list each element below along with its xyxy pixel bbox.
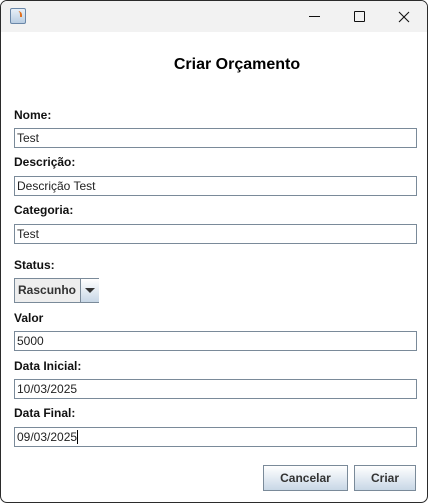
dialog-window: Criar Orçamento Nome: Test Descrição: De… xyxy=(0,0,428,503)
status-dropdown[interactable]: Rascunho xyxy=(14,278,99,303)
page-title: Criar Orçamento xyxy=(173,56,301,73)
nome-input[interactable]: Test xyxy=(14,128,417,148)
title-bar xyxy=(1,1,427,32)
create-button[interactable]: Criar xyxy=(354,465,416,491)
maximize-icon xyxy=(353,11,365,22)
maximize-button[interactable] xyxy=(336,1,382,32)
data-inicial-input[interactable]: 10/03/2025 xyxy=(14,379,417,399)
descricao-label: Descrição: xyxy=(14,155,76,169)
descricao-input[interactable]: Descrição Test xyxy=(14,176,417,196)
status-selected-value: Rascunho xyxy=(18,283,77,297)
data-final-input[interactable]: 09/03/2025 xyxy=(14,427,417,447)
cancel-button[interactable]: Cancelar xyxy=(263,465,348,491)
text-caret xyxy=(77,429,79,444)
valor-label: Valor xyxy=(14,311,44,325)
minimize-icon xyxy=(308,16,320,17)
chevron-down-icon[interactable] xyxy=(80,279,99,302)
minimize-button[interactable] xyxy=(291,1,337,32)
nome-label: Nome: xyxy=(14,108,52,122)
status-label: Status: xyxy=(14,258,55,272)
close-button[interactable] xyxy=(381,1,427,32)
java-cup-icon xyxy=(10,8,26,24)
close-icon xyxy=(398,11,410,22)
data-final-label: Data Final: xyxy=(14,406,76,420)
categoria-input[interactable]: Test xyxy=(14,224,417,244)
data-inicial-label: Data Inicial: xyxy=(14,359,82,373)
data-final-value: 09/03/2025 xyxy=(17,430,78,444)
valor-input[interactable]: 5000 xyxy=(14,331,417,351)
categoria-label: Categoria: xyxy=(14,203,74,217)
